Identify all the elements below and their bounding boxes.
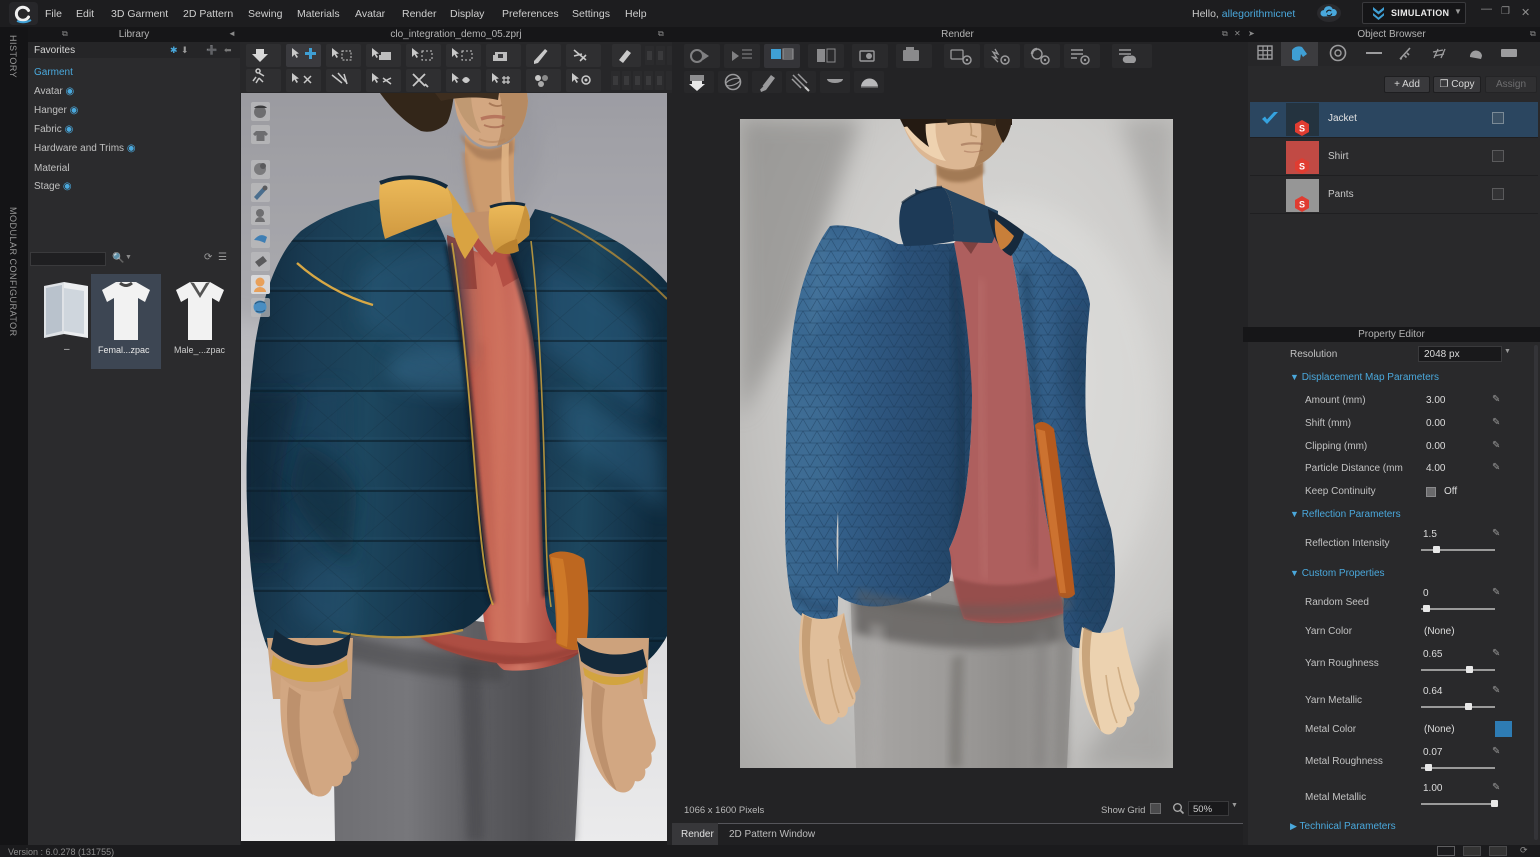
svg-text:S: S <box>1299 200 1305 210</box>
svg-text:S: S <box>1299 162 1305 172</box>
svg-text:S: S <box>1299 124 1305 134</box>
